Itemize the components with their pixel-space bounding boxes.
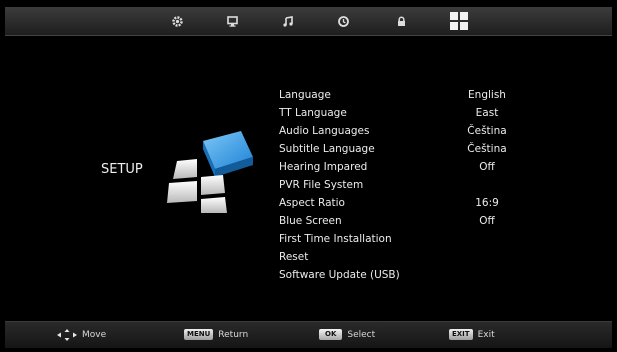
menu-item-label: Hearing Impared xyxy=(279,161,368,173)
hint-move: Move xyxy=(57,329,106,341)
ok-key-icon: OK xyxy=(319,329,343,340)
setup-emblem-icon xyxy=(167,131,253,213)
menu-item-label: Aspect Ratio xyxy=(279,197,345,209)
menu-item-label: Blue Screen xyxy=(279,215,342,227)
menu-item-label: PVR File System xyxy=(279,179,364,191)
hint-exit-label: Exit xyxy=(477,329,495,340)
setup-grid-icon xyxy=(450,12,468,30)
menu-item-value: Čeština xyxy=(467,143,507,155)
menu-item-subtitle-language[interactable]: Subtitle Language Čeština xyxy=(277,140,537,158)
menu-item-value: 16:9 xyxy=(475,197,499,209)
menu-item-value: Off xyxy=(479,215,495,227)
menu-item-pvr-file-system[interactable]: PVR File System xyxy=(277,176,537,194)
move-arrows-icon xyxy=(57,329,77,341)
section-title: SETUP xyxy=(101,162,143,177)
top-tab-bar xyxy=(5,7,612,36)
menu-item-aspect-ratio[interactable]: Aspect Ratio 16:9 xyxy=(277,194,537,212)
hint-return: MENU Return xyxy=(184,329,248,340)
menu-item-software-update[interactable]: Software Update (USB) xyxy=(277,266,537,284)
menu-item-audio-languages[interactable]: Audio Languages Čeština xyxy=(277,122,537,140)
menu-key-icon: MENU xyxy=(184,329,214,340)
tab-setup[interactable] xyxy=(447,9,471,33)
menu-item-language[interactable]: Language English xyxy=(277,86,537,104)
tab-picture[interactable] xyxy=(165,11,189,31)
menu-item-label: TT Language xyxy=(279,107,347,119)
hint-exit: EXIT Exit xyxy=(449,329,495,340)
exit-key-icon: EXIT xyxy=(449,329,473,340)
menu-item-first-time-installation[interactable]: First Time Installation xyxy=(277,230,537,248)
music-note-icon xyxy=(282,15,293,27)
lock-icon xyxy=(397,15,405,26)
tab-lock[interactable] xyxy=(389,11,413,31)
bottom-hint-bar: Move MENU Return OK Select EXIT Exit xyxy=(5,321,612,348)
menu-item-label: Software Update (USB) xyxy=(279,269,400,281)
menu-item-value: English xyxy=(468,89,506,101)
gear-icon xyxy=(171,15,183,27)
tab-display[interactable] xyxy=(220,11,244,31)
menu-item-value: Off xyxy=(479,161,495,173)
menu-item-label: Reset xyxy=(279,251,309,263)
menu-item-tt-language[interactable]: TT Language East xyxy=(277,104,537,122)
menu-item-label: First Time Installation xyxy=(279,233,392,245)
clock-icon xyxy=(337,15,349,27)
menu-item-label: Language xyxy=(279,89,331,101)
menu-item-value: Čeština xyxy=(467,125,507,137)
menu-item-label: Subtitle Language xyxy=(279,143,375,155)
hint-select: OK Select xyxy=(319,329,375,340)
menu-item-value: East xyxy=(475,107,499,119)
setup-menu-list: Language English TT Language East Audio … xyxy=(277,86,537,284)
tv-osd-screen: SETUP Language English TT Language East … xyxy=(5,7,612,348)
hint-move-label: Move xyxy=(82,330,107,340)
hint-return-label: Return xyxy=(218,329,249,340)
menu-item-label: Audio Languages xyxy=(279,125,370,137)
monitor-icon xyxy=(226,15,238,27)
tab-time[interactable] xyxy=(331,11,355,31)
menu-item-blue-screen[interactable]: Blue Screen Off xyxy=(277,212,537,230)
menu-item-reset[interactable]: Reset xyxy=(277,248,537,266)
tab-sound[interactable] xyxy=(276,11,300,31)
menu-item-hearing-impared[interactable]: Hearing Impared Off xyxy=(277,158,537,176)
hint-select-label: Select xyxy=(347,329,376,340)
